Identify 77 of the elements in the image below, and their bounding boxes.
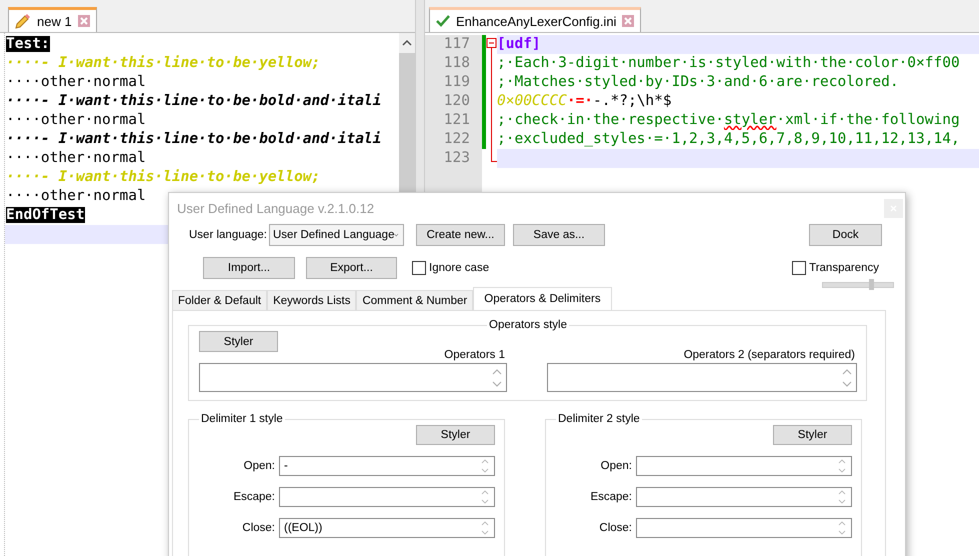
slider-thumb[interactable]: [868, 279, 874, 290]
input-field[interactable]: ((EOL)): [279, 518, 495, 538]
checkbox-label: Ignore case: [429, 262, 490, 274]
group-title: Delimiter 1 style: [200, 413, 284, 425]
save-as-button[interactable]: Save as...: [513, 224, 605, 246]
checkbox-label: Transparency: [809, 262, 879, 274]
field-label: Escape:: [233, 491, 275, 503]
import-button[interactable]: Import...: [203, 257, 295, 279]
line-number: 122: [425, 130, 482, 149]
line-number: 123: [425, 149, 482, 168]
styler-button[interactable]: Styler: [199, 331, 278, 352]
heading-text: Test:: [6, 36, 50, 52]
scroll-up-icon[interactable]: [399, 33, 415, 53]
line-number: 117: [425, 35, 482, 54]
fold-minus-icon[interactable]: [486, 35, 497, 54]
tab[interactable]: Keywords Lists: [267, 290, 356, 310]
caret-icon: [394, 232, 399, 238]
code-line: ;·excluded_styles·=·1,2,3,4,5,6,7,8,9,10,11,12,13,14,: [497, 130, 961, 149]
line-number: 119: [425, 73, 482, 92]
dock-button[interactable]: Dock: [809, 224, 882, 246]
code-line: ····other·normal: [5, 187, 147, 206]
code-line: ····other·normal: [5, 111, 147, 130]
file-tab[interactable]: new 1: [8, 7, 97, 32]
code-line: ····- I·want·this·line·to·be·bold·and·itali: [5, 130, 382, 149]
line-number: 118: [425, 54, 482, 73]
close-icon[interactable]: [622, 15, 634, 27]
close-icon[interactable]: [78, 15, 90, 27]
field-label: Operators 2 (separators required): [684, 349, 856, 361]
input-field[interactable]: -: [279, 456, 495, 476]
tab[interactable]: Comment & Number: [356, 290, 474, 310]
field-label: User language:: [189, 229, 267, 241]
code-line: ····other·normal: [5, 149, 147, 168]
checkbox[interactable]: [412, 261, 426, 275]
code-line: ····- I·want·this·line·to·be·yellow;: [5, 168, 322, 187]
pencil-icon: [15, 13, 31, 29]
language-dropdown[interactable]: User Defined Language: [269, 224, 404, 246]
transparency-slider[interactable]: [822, 282, 894, 288]
file-tab[interactable]: EnhanceAnyLexerConfig.ini: [429, 7, 642, 32]
heading-text: EndOfTest: [6, 207, 85, 223]
code-line: 0×00CCCC·=·-.*?;\h*$: [497, 92, 673, 111]
scroll-arrows-icon[interactable]: [479, 488, 491, 506]
line-number: 120: [425, 92, 482, 111]
code-line: ····other·normal: [5, 73, 147, 92]
tab[interactable]: Folder & Default: [172, 290, 268, 310]
scroll-arrows-icon[interactable]: [479, 519, 491, 537]
field-label: Close:: [599, 522, 632, 534]
scroll-arrows-icon[interactable]: [836, 457, 848, 475]
window-title: User Defined Language v.2.1.0.12: [177, 200, 374, 216]
scroll-arrows-icon[interactable]: [479, 457, 491, 475]
input-field[interactable]: [636, 518, 852, 538]
field-label: Escape:: [590, 491, 632, 503]
group-title: Operators style: [488, 319, 568, 331]
styler-button[interactable]: Styler: [773, 425, 852, 445]
export-button[interactable]: Export...: [306, 257, 397, 279]
styler-button[interactable]: Styler: [416, 425, 495, 445]
check-icon: [436, 15, 450, 27]
checkbox[interactable]: [792, 261, 806, 275]
line-number: 121: [425, 111, 482, 130]
field-label: Open:: [244, 460, 275, 472]
field-label: Operators 1: [444, 349, 506, 361]
group-title: Delimiter 2 style: [557, 413, 641, 425]
tab[interactable]: Operators & Delimiters: [473, 287, 612, 310]
code-line: ····- I·want·this·line·to·be·yellow;: [5, 54, 322, 73]
field-label: Close:: [242, 522, 275, 534]
input-field[interactable]: [636, 487, 852, 507]
code-line: ;·check·in·the·respective·styler·xml·if·the·following: [497, 111, 961, 130]
code-line: ;·Each·3-digit·number·is·styled·with·the·color·0×ff00: [497, 54, 961, 73]
input-field[interactable]: [547, 363, 857, 392]
scroll-arrows-icon[interactable]: [836, 488, 848, 506]
create-new-button[interactable]: Create new...: [416, 224, 505, 246]
code-line: ;·Matches·styled·by·IDs·3·and·6·are·recolored.: [497, 73, 900, 92]
input-field[interactable]: [279, 487, 495, 507]
field-label: Open:: [600, 460, 632, 472]
code-line: ····- I·want·this·line·to·be·bold·and·itali: [5, 92, 382, 111]
input-field[interactable]: [636, 456, 852, 476]
scroll-arrows-icon[interactable]: [836, 519, 848, 537]
input-field[interactable]: [199, 363, 507, 392]
